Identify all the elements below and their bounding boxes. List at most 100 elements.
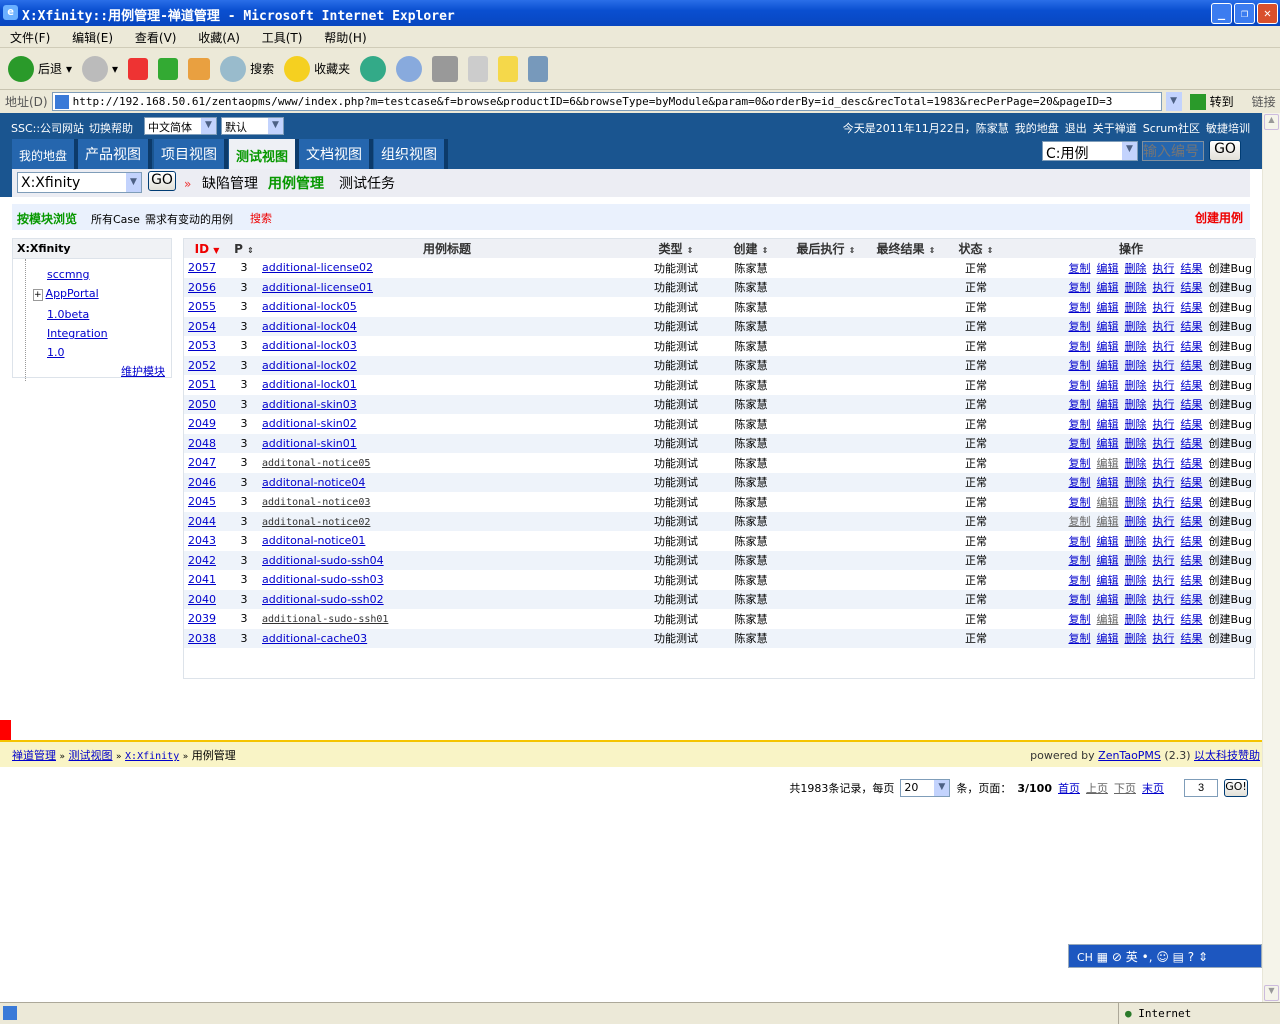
language-select[interactable]: 中文简体 ▼	[144, 117, 217, 135]
theme-select[interactable]: 默认 ▼	[221, 117, 284, 135]
results-link[interactable]: 结果	[1180, 515, 1202, 528]
search-link[interactable]: 搜索	[250, 210, 272, 226]
delete-link[interactable]: 删除	[1124, 398, 1146, 411]
case-id-link[interactable]: 2053	[188, 339, 216, 352]
results-link[interactable]: 结果	[1180, 457, 1202, 470]
delete-link[interactable]: 删除	[1124, 379, 1146, 392]
case-id-link[interactable]: 2055	[188, 300, 216, 313]
edit-link[interactable]: 编辑	[1096, 632, 1118, 645]
case-title-link[interactable]: additonal-notice01	[262, 534, 365, 547]
results-link[interactable]: 结果	[1180, 301, 1202, 314]
notes-icon[interactable]	[498, 55, 519, 82]
edit-link[interactable]: 编辑	[1096, 535, 1118, 548]
col-last-run[interactable]: 最后执行 ⇕	[786, 239, 866, 258]
delete-link[interactable]: 删除	[1124, 535, 1146, 548]
case-title-link[interactable]: additional-sudo-ssh02	[262, 593, 384, 606]
product-select[interactable]: X:Xfinity ▼	[17, 172, 142, 193]
menu-edit[interactable]: 编辑(E)	[72, 31, 113, 45]
case-id-link[interactable]: 2044	[188, 515, 216, 528]
crumb-test[interactable]: 测试视图	[69, 749, 113, 762]
copy-link[interactable]: 复制	[1068, 301, 1090, 314]
results-link[interactable]: 结果	[1180, 593, 1202, 606]
col-creator[interactable]: 创建 ⇕	[716, 239, 786, 258]
results-link[interactable]: 结果	[1180, 379, 1202, 392]
copy-link[interactable]: 复制	[1068, 496, 1090, 509]
edit-link[interactable]: 编辑	[1096, 320, 1118, 333]
by-module-link[interactable]: 按模块浏览	[17, 210, 77, 227]
create-bug-link[interactable]: 创建Bug	[1208, 496, 1252, 509]
case-id-link[interactable]: 2042	[188, 554, 216, 567]
refresh-icon[interactable]	[158, 57, 179, 80]
col-title[interactable]: 用例标题	[258, 239, 636, 258]
edit-link[interactable]: 编辑	[1096, 379, 1118, 392]
results-link[interactable]: 结果	[1180, 418, 1202, 431]
case-id-link[interactable]: 2048	[188, 437, 216, 450]
copy-link[interactable]: 复制	[1068, 262, 1090, 275]
tab-test[interactable]: 测试视图	[229, 139, 300, 169]
search-type-select[interactable]: C:用例 ▼	[1042, 141, 1138, 162]
edit-link[interactable]: 编辑	[1096, 515, 1118, 528]
create-bug-link[interactable]: 创建Bug	[1208, 457, 1252, 470]
edit-link[interactable]: 编辑	[1096, 476, 1118, 489]
go-button[interactable]: 转到	[1210, 93, 1234, 110]
copy-link[interactable]: 复制	[1068, 476, 1090, 489]
case-title-link[interactable]: additional-skin03	[262, 398, 357, 411]
tree-item[interactable]: 1.0	[47, 346, 65, 359]
run-link[interactable]: 执行	[1152, 593, 1174, 606]
create-bug-link[interactable]: 创建Bug	[1208, 359, 1252, 372]
case-title-link[interactable]: additional-skin02	[262, 417, 357, 430]
delete-link[interactable]: 删除	[1124, 574, 1146, 587]
case-link[interactable]: 用例管理	[268, 173, 324, 193]
prev-page-link[interactable]: 上页	[1086, 780, 1108, 796]
create-bug-link[interactable]: 创建Bug	[1208, 437, 1252, 450]
case-id-link[interactable]: 2049	[188, 417, 216, 430]
all-case-link[interactable]: 所有Case	[91, 211, 140, 227]
delete-link[interactable]: 删除	[1124, 281, 1146, 294]
bug-link[interactable]: 缺陷管理	[202, 173, 258, 193]
delete-link[interactable]: 删除	[1124, 613, 1146, 626]
copy-link[interactable]: 复制	[1068, 418, 1090, 431]
create-bug-link[interactable]: 创建Bug	[1208, 418, 1252, 431]
create-bug-link[interactable]: 创建Bug	[1208, 593, 1252, 606]
minimize-button[interactable]: _	[1211, 3, 1232, 24]
menu-tools[interactable]: 工具(T)	[262, 31, 303, 45]
run-link[interactable]: 执行	[1152, 437, 1174, 450]
history-icon[interactable]	[360, 55, 387, 82]
maximize-button[interactable]: ❐	[1234, 3, 1255, 24]
forward-button[interactable]: ▾	[82, 55, 118, 82]
run-link[interactable]: 执行	[1152, 340, 1174, 353]
case-id-link[interactable]: 2043	[188, 534, 216, 547]
copy-link[interactable]: 复制	[1068, 281, 1090, 294]
per-page-select[interactable]: 20 ▼	[900, 779, 951, 797]
create-bug-link[interactable]: 创建Bug	[1208, 476, 1252, 489]
create-bug-link[interactable]: 创建Bug	[1208, 320, 1252, 333]
results-link[interactable]: 结果	[1180, 476, 1202, 489]
address-dropdown[interactable]: ▼	[1165, 92, 1182, 111]
mail-icon[interactable]	[396, 55, 423, 82]
case-title-link[interactable]: additional-sudo-ssh01	[262, 614, 388, 625]
copy-link[interactable]: 复制	[1068, 632, 1090, 645]
delete-link[interactable]: 删除	[1124, 457, 1146, 470]
create-bug-link[interactable]: 创建Bug	[1208, 301, 1252, 314]
tree-item[interactable]: AppPortal	[46, 287, 99, 300]
next-page-link[interactable]: 下页	[1114, 780, 1136, 796]
col-status[interactable]: 状态 ⇕	[946, 239, 1006, 258]
copy-link[interactable]: 复制	[1068, 457, 1090, 470]
case-title-link[interactable]: additional-lock04	[262, 320, 357, 333]
run-link[interactable]: 执行	[1152, 535, 1174, 548]
results-link[interactable]: 结果	[1180, 398, 1202, 411]
menu-favorites[interactable]: 收藏(A)	[198, 31, 240, 45]
results-link[interactable]: 结果	[1180, 320, 1202, 333]
scrum-link[interactable]: Scrum社区	[1143, 120, 1200, 136]
case-id-link[interactable]: 2057	[188, 261, 216, 274]
case-title-link[interactable]: additional-lock05	[262, 300, 357, 313]
delete-link[interactable]: 删除	[1124, 340, 1146, 353]
company-link[interactable]: SSC::公司网站	[11, 120, 84, 136]
copy-link[interactable]: 复制	[1068, 320, 1090, 333]
edit-icon[interactable]	[468, 55, 489, 82]
close-button[interactable]: ✕	[1257, 3, 1278, 24]
run-link[interactable]: 执行	[1152, 632, 1174, 645]
create-bug-link[interactable]: 创建Bug	[1208, 379, 1252, 392]
copy-link[interactable]: 复制	[1068, 535, 1090, 548]
run-link[interactable]: 执行	[1152, 262, 1174, 275]
